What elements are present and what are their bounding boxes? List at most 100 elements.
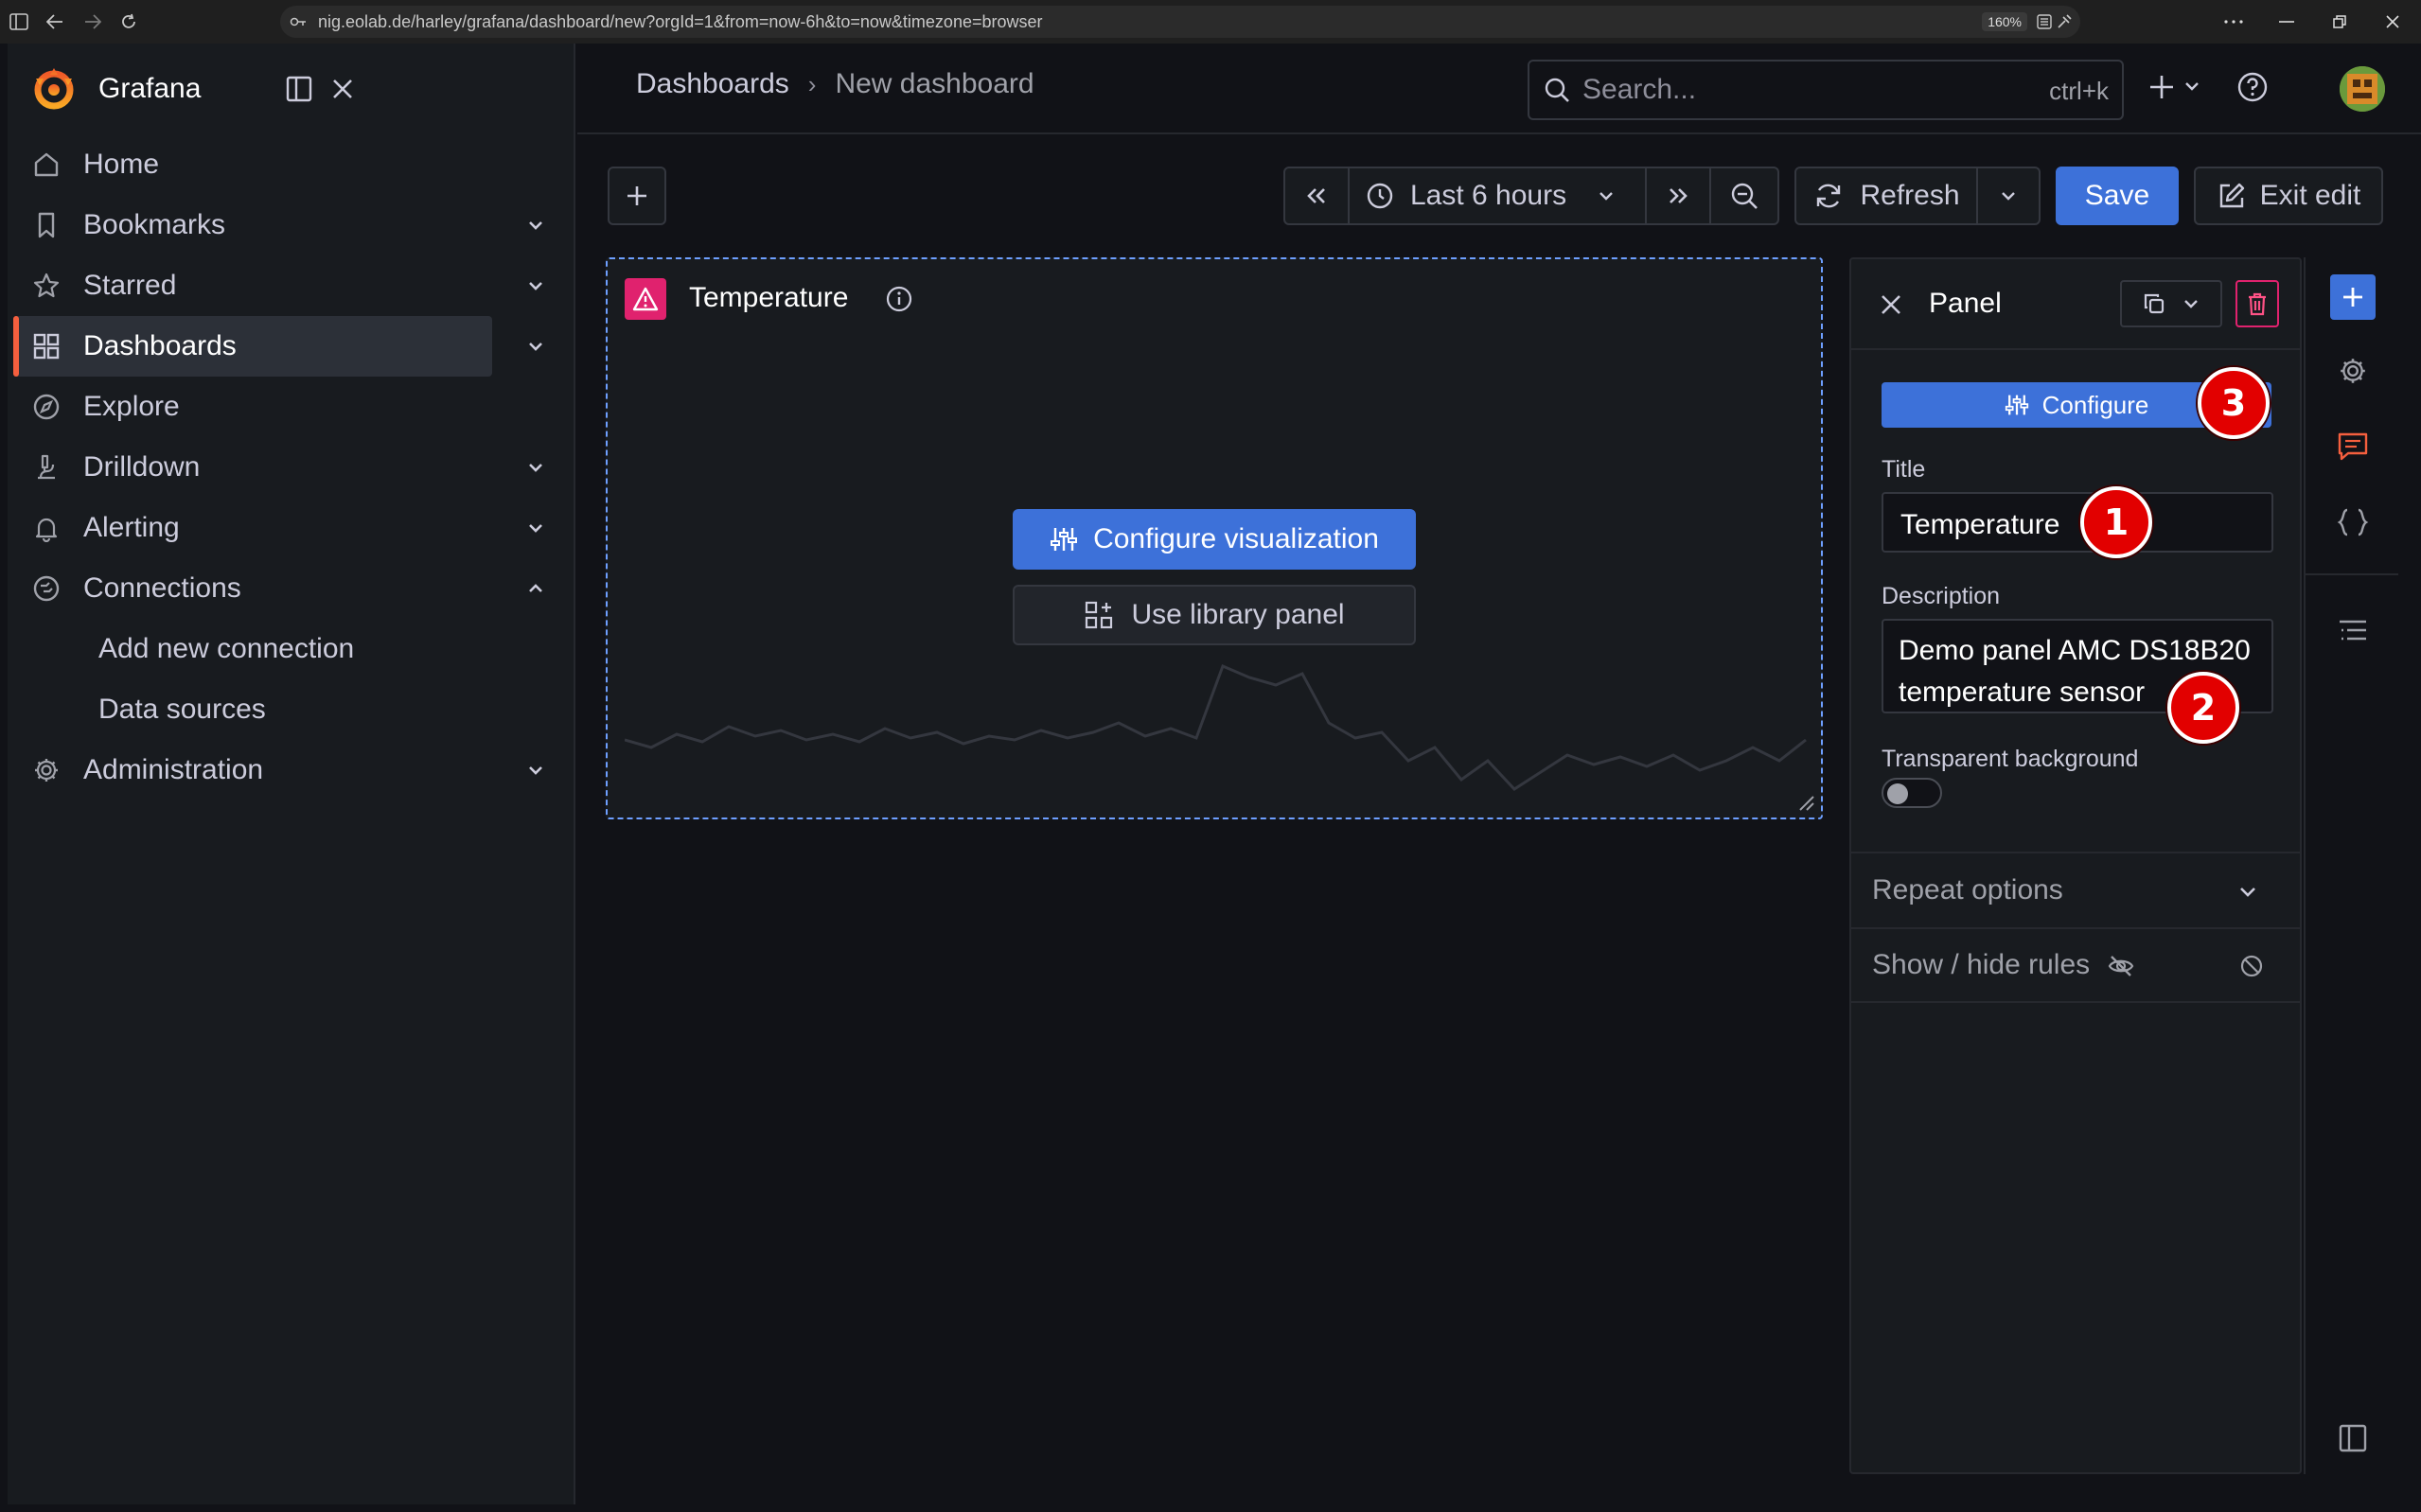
panel-title[interactable]: Temperature	[689, 282, 848, 314]
delete-panel-button[interactable]	[2235, 280, 2279, 327]
sidebar-item-label: Connections	[83, 572, 241, 604]
save-label: Save	[2084, 180, 2150, 211]
microscope-icon	[30, 451, 62, 483]
restore-icon[interactable]	[2313, 0, 2366, 44]
toggle-knob	[1887, 783, 1908, 804]
new-menu-button[interactable]	[2148, 68, 2209, 106]
dashboard-panel[interactable]: Temperature Configure visualization Use …	[606, 257, 1823, 819]
sidebar-item-starred[interactable]: Starred	[8, 255, 574, 316]
back-icon[interactable]	[38, 5, 72, 39]
exit-edit-button[interactable]: Exit edit	[2194, 167, 2383, 225]
title-input-value: Temperature	[1900, 509, 2060, 540]
sidebar-item-label: Home	[83, 149, 160, 180]
info-icon[interactable]	[884, 284, 914, 314]
sidebar-item-label: Starred	[83, 270, 177, 301]
refresh-interval-dropdown[interactable]	[1978, 168, 2039, 223]
time-range-picker[interactable]: Last 6 hours	[1350, 168, 1647, 223]
title-label: Title	[1882, 456, 1926, 483]
title-input[interactable]: Temperature	[1882, 492, 2273, 553]
dock-menu-icon[interactable]	[280, 70, 318, 108]
warning-icon[interactable]	[625, 278, 666, 320]
breadcrumb-dashboards[interactable]: Dashboards	[636, 68, 789, 100]
sidebar-subitem-data-sources[interactable]: Data sources	[8, 679, 574, 740]
apps-icon	[30, 330, 62, 362]
dock-pane-icon[interactable]	[2330, 1415, 2376, 1461]
sidebar-item-dashboards[interactable]: Dashboards	[8, 316, 574, 377]
sync-icon	[1817, 184, 1841, 208]
chevron-down-icon[interactable]	[524, 335, 547, 358]
star-icon	[30, 270, 62, 302]
search-shortcut: ctrl+k	[2049, 77, 2109, 105]
site-info-icon[interactable]	[290, 15, 307, 28]
sidebar-item-bookmarks[interactable]: Bookmarks	[8, 195, 574, 255]
sidebar-item-explore[interactable]: Explore	[8, 377, 574, 437]
user-avatar[interactable]	[2340, 66, 2385, 112]
sidebar-item-label: Bookmarks	[83, 209, 226, 240]
sidebar-item-label: Dashboards	[83, 330, 237, 361]
json-brackets-icon[interactable]	[2330, 500, 2376, 545]
more-menu-icon[interactable]	[2207, 0, 2260, 44]
chevron-down-icon[interactable]	[524, 456, 547, 479]
chevron-down-icon[interactable]	[524, 214, 547, 237]
refresh-button[interactable]: Refresh	[1796, 168, 1978, 223]
copy-panel-dropdown[interactable]	[2120, 280, 2222, 327]
annotation-number: 2	[2190, 687, 2217, 729]
show-hide-rules-section[interactable]: Show / hide rules	[1851, 927, 2300, 1003]
add-panel-button[interactable]	[608, 167, 666, 225]
repeat-options-section[interactable]: Repeat options	[1851, 852, 2300, 927]
minimize-icon[interactable]	[2260, 0, 2313, 44]
description-line-1: Demo panel AMC DS18B20	[1899, 635, 2251, 666]
forward-icon[interactable]	[76, 5, 110, 39]
close-icon[interactable]	[1880, 293, 1902, 316]
edit-pane-title: Panel	[1929, 288, 2002, 319]
breadcrumb-separator-icon: ›	[807, 69, 817, 98]
reader-icon[interactable]	[2037, 14, 2052, 29]
search-input[interactable]: Search... ctrl+k	[1528, 60, 2124, 120]
exit-edit-label: Exit edit	[2259, 180, 2361, 211]
configure-visualization-button[interactable]: Configure visualization	[1013, 509, 1416, 570]
transparent-background-toggle[interactable]	[1882, 778, 1942, 808]
chevron-down-icon[interactable]	[524, 759, 547, 782]
cog-icon	[30, 754, 62, 786]
address-bar[interactable]: nig.eolab.de/harley/grafana/dashboard/ne…	[280, 6, 2080, 38]
sidebar-item-home[interactable]: Home	[8, 134, 574, 195]
add-element-button[interactable]	[2330, 274, 2376, 320]
transparent-background-label: Transparent background	[1882, 746, 2139, 772]
sidebar-item-label: Explore	[83, 391, 180, 422]
time-shift-forward-button[interactable]	[1647, 168, 1711, 223]
reload-icon[interactable]	[112, 5, 146, 39]
settings-icon[interactable]	[2330, 348, 2376, 394]
close-menu-icon[interactable]	[324, 70, 362, 108]
chevron-down-icon[interactable]	[524, 517, 547, 539]
bookmark-icon	[30, 209, 62, 241]
sidebar-header: Grafana	[8, 44, 574, 134]
time-shift-back-button[interactable]	[1285, 168, 1350, 223]
use-library-panel-button[interactable]: Use library panel	[1013, 585, 1416, 645]
strip-divider	[2306, 573, 2398, 575]
window-close-icon[interactable]	[2366, 0, 2419, 44]
sidebar-item-administration[interactable]: Administration	[8, 740, 574, 800]
help-icon[interactable]	[2235, 70, 2270, 104]
sidebar-item-alerting[interactable]: Alerting	[8, 498, 574, 558]
sidebar-toggle-icon[interactable]	[2, 5, 36, 39]
resize-handle-icon[interactable]	[1794, 791, 1815, 812]
chevron-down-icon[interactable]	[524, 274, 547, 297]
use-library-panel-label: Use library panel	[1131, 599, 1345, 630]
save-button[interactable]: Save	[2056, 167, 2179, 225]
grafana-logo-icon[interactable]	[30, 65, 78, 113]
sidebar-subitem-add-new-connection[interactable]: Add new connection	[8, 619, 574, 679]
comment-icon[interactable]	[2330, 424, 2376, 469]
url-text[interactable]: nig.eolab.de/harley/grafana/dashboard/ne…	[318, 12, 1043, 32]
sidebar-item-drilldown[interactable]: Drilldown	[8, 437, 574, 498]
angle-double-right-icon	[1670, 188, 1688, 203]
time-range-label: Last 6 hours	[1410, 180, 1567, 211]
zoom-out-button[interactable]	[1711, 168, 1777, 223]
sidebar-item-connections[interactable]: Connections	[8, 558, 574, 619]
extension-icon[interactable]	[2056, 13, 2073, 30]
library-panel-icon	[1086, 601, 1113, 629]
zoom-badge[interactable]: 160%	[1982, 12, 2027, 31]
show-hide-rules-label: Show / hide rules	[1872, 949, 2091, 980]
outline-list-icon[interactable]	[2330, 607, 2376, 653]
chevron-down-icon	[2240, 888, 2255, 897]
chevron-up-icon[interactable]	[524, 577, 547, 600]
